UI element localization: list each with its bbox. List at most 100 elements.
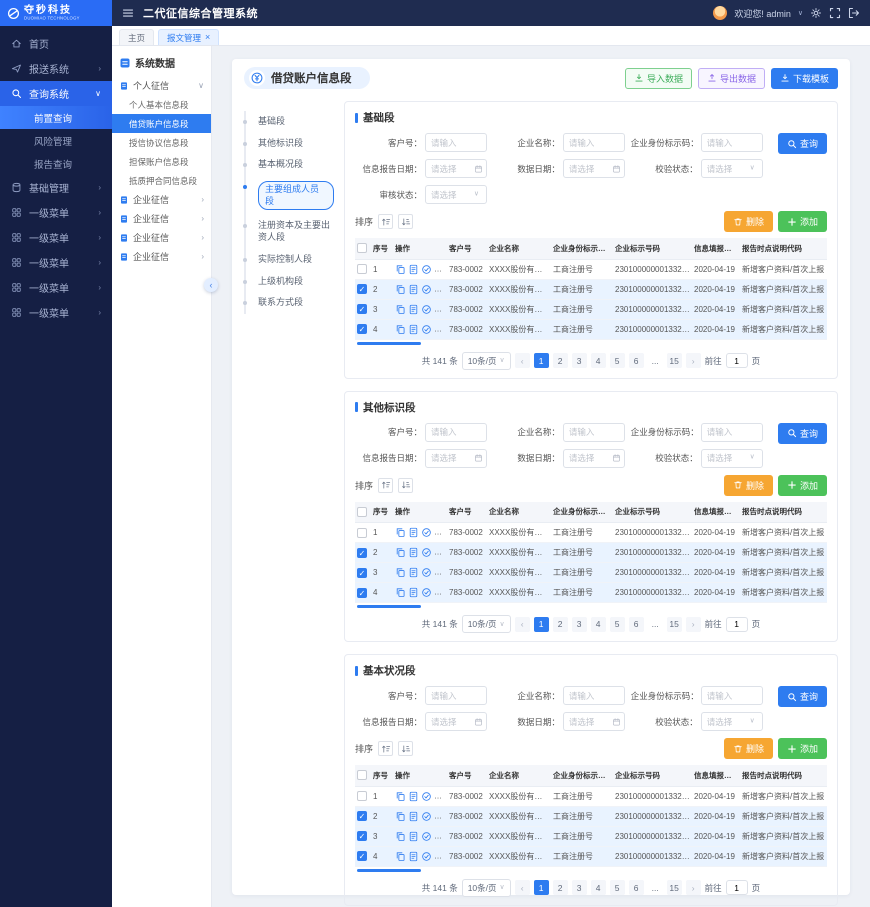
- approve-icon[interactable]: [421, 304, 432, 315]
- page-number-button[interactable]: 5: [610, 353, 625, 368]
- anchor-item[interactable]: 基本概况段: [244, 154, 336, 176]
- sidebar-item[interactable]: 报送系统›: [0, 56, 112, 81]
- approve-icon[interactable]: [421, 324, 432, 335]
- goto-page-input[interactable]: [726, 617, 748, 632]
- table-row[interactable]: ✓3783-0002XXXX股份有限公司工商注册号230100000001332…: [355, 563, 827, 583]
- approve-icon[interactable]: [421, 547, 432, 558]
- detail-icon[interactable]: [408, 831, 419, 842]
- row-checkbox[interactable]: [357, 791, 367, 801]
- row-checkbox[interactable]: ✓: [357, 304, 367, 314]
- page-number-button[interactable]: 3: [572, 617, 587, 632]
- row-checkbox[interactable]: ✓: [357, 324, 367, 334]
- approve-icon[interactable]: [421, 527, 432, 538]
- select-all-checkbox[interactable]: [357, 770, 367, 780]
- detail-icon[interactable]: [408, 284, 419, 295]
- table-hscrollbar[interactable]: [357, 869, 421, 872]
- tree-item[interactable]: 企业征信›: [112, 228, 211, 247]
- next-page-button[interactable]: ›: [686, 353, 701, 368]
- table-row[interactable]: 1783-0002XXXX股份有限公司工商注册号2301000000013326…: [355, 523, 827, 543]
- detail-icon[interactable]: [408, 547, 419, 558]
- row-checkbox[interactable]: [357, 528, 367, 538]
- page-number-button[interactable]: 4: [591, 880, 606, 895]
- sidebar-item[interactable]: 前置查询: [0, 106, 112, 129]
- anchor-item[interactable]: 注册资本及主要出资人段: [244, 215, 336, 248]
- avatar[interactable]: [713, 6, 727, 20]
- customer-no-input[interactable]: [425, 423, 487, 442]
- copy-icon[interactable]: [395, 791, 406, 802]
- tree-item[interactable]: 抵质押合同信息段: [112, 171, 211, 190]
- page-number-button[interactable]: 6: [629, 880, 644, 895]
- approve-icon[interactable]: [421, 284, 432, 295]
- next-page-button[interactable]: ›: [686, 880, 701, 895]
- query-button[interactable]: 查询: [778, 133, 827, 154]
- sort-asc-button[interactable]: [378, 214, 393, 229]
- page-number-button[interactable]: 5: [610, 617, 625, 632]
- table-row[interactable]: ✓3783-0002XXXX股份有限公司工商注册号230100000001332…: [355, 299, 827, 319]
- company-name-input[interactable]: [563, 686, 625, 705]
- page-number-button[interactable]: 1: [534, 353, 549, 368]
- company-name-input[interactable]: [563, 423, 625, 442]
- detail-icon[interactable]: [408, 791, 419, 802]
- row-checkbox[interactable]: [357, 264, 367, 274]
- sidebar-item[interactable]: 一级菜单›: [0, 300, 112, 325]
- sidebar-item[interactable]: 报告查询: [0, 152, 112, 175]
- settings-gear-icon[interactable]: [810, 7, 822, 19]
- company-name-input[interactable]: [563, 133, 625, 152]
- panel-collapse-handle[interactable]: ‹: [204, 278, 218, 292]
- table-row[interactable]: 1783-0002XXXX股份有限公司工商注册号2301000000013326…: [355, 259, 827, 279]
- table-row[interactable]: 1783-0002XXXX股份有限公司工商注册号2301000000013326…: [355, 786, 827, 806]
- copy-icon[interactable]: [395, 811, 406, 822]
- detail-icon[interactable]: [408, 304, 419, 315]
- page-number-button[interactable]: 2: [553, 880, 568, 895]
- export-data-button[interactable]: 导出数据: [698, 68, 765, 89]
- page-number-button[interactable]: 4: [591, 353, 606, 368]
- customer-no-input[interactable]: [425, 133, 487, 152]
- copy-icon[interactable]: [395, 304, 406, 315]
- anchor-item[interactable]: 其他标识段: [244, 133, 336, 155]
- company-id-code-input[interactable]: [701, 133, 763, 152]
- page-number-button[interactable]: 6: [629, 617, 644, 632]
- anchor-item[interactable]: 主要组成人员段: [244, 176, 336, 215]
- tree-item[interactable]: 企业征信›: [112, 209, 211, 228]
- row-checkbox[interactable]: ✓: [357, 284, 367, 294]
- table-row[interactable]: ✓4783-0002XXXX股份有限公司工商注册号230100000001332…: [355, 583, 827, 603]
- row-checkbox[interactable]: ✓: [357, 831, 367, 841]
- tab[interactable]: 主页: [119, 29, 154, 45]
- page-number-button[interactable]: 1: [534, 880, 549, 895]
- table-hscrollbar[interactable]: [357, 342, 421, 345]
- row-checkbox[interactable]: ✓: [357, 811, 367, 821]
- approve-icon[interactable]: [421, 851, 432, 862]
- delete-button[interactable]: 删除: [724, 475, 773, 496]
- company-id-code-input[interactable]: [701, 686, 763, 705]
- page-number-button[interactable]: 6: [629, 353, 644, 368]
- copy-icon[interactable]: [395, 264, 406, 275]
- page-number-button[interactable]: 3: [572, 880, 587, 895]
- approve-icon[interactable]: [421, 587, 432, 598]
- copy-icon[interactable]: [395, 587, 406, 598]
- hamburger-icon[interactable]: [122, 7, 134, 19]
- sort-desc-button[interactable]: [398, 214, 413, 229]
- anchor-item[interactable]: 联系方式段: [244, 292, 336, 314]
- table-hscrollbar[interactable]: [357, 605, 421, 608]
- approve-icon[interactable]: [421, 567, 432, 578]
- goto-page-input[interactable]: [726, 880, 748, 895]
- sidebar-item[interactable]: 一级菜单›: [0, 250, 112, 275]
- copy-icon[interactable]: [395, 527, 406, 538]
- tree-item[interactable]: 担保账户信息段: [112, 152, 211, 171]
- delete-button[interactable]: 删除: [724, 738, 773, 759]
- approve-icon[interactable]: [421, 811, 432, 822]
- prev-page-button[interactable]: ‹: [515, 617, 530, 632]
- next-page-button[interactable]: ›: [686, 617, 701, 632]
- table-row[interactable]: ✓2783-0002XXXX股份有限公司工商注册号230100000001332…: [355, 543, 827, 563]
- prev-page-button[interactable]: ‹: [515, 880, 530, 895]
- row-checkbox[interactable]: ✓: [357, 851, 367, 861]
- tree-item[interactable]: 企业征信›: [112, 190, 211, 209]
- fullscreen-icon[interactable]: [829, 7, 841, 19]
- user-menu-caret-icon[interactable]: ∨: [798, 9, 803, 17]
- tree-item[interactable]: 个人征信∨: [112, 76, 211, 95]
- approve-icon[interactable]: [421, 791, 432, 802]
- approve-icon[interactable]: [421, 264, 432, 275]
- sidebar-item[interactable]: 一级菜单›: [0, 200, 112, 225]
- table-row[interactable]: ✓2783-0002XXXX股份有限公司工商注册号230100000001332…: [355, 279, 827, 299]
- sort-asc-button[interactable]: [378, 741, 393, 756]
